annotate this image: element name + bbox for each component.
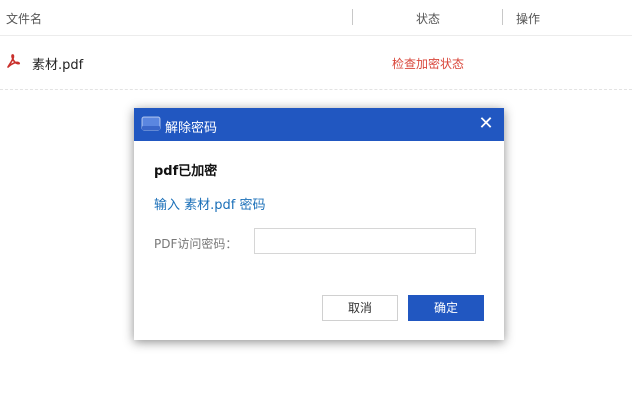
check-encryption-status-link[interactable]: 检查加密状态: [392, 55, 464, 72]
app-window-icon: [141, 116, 161, 132]
cancel-button[interactable]: 取消: [322, 295, 398, 321]
column-header-action[interactable]: 操作: [516, 10, 540, 27]
close-icon[interactable]: ✕: [476, 114, 496, 134]
encrypted-heading: pdf已加密: [154, 164, 218, 179]
remove-password-dialog: 解除密码 ✕ pdf已加密 输入 素材.pdf 密码 PDF访问密码： 取消 确…: [134, 108, 504, 340]
column-divider[interactable]: [352, 9, 353, 25]
page: 文件名 状态 操作 素材.pdf 检查加密状态 解除密码 ✕ pdf已加密 输入…: [0, 0, 632, 399]
file-list-header: 文件名 状态 操作: [0, 0, 632, 36]
password-prompt: 输入 素材.pdf 密码: [154, 198, 266, 213]
confirm-button[interactable]: 确定: [408, 295, 484, 321]
file-name: 素材.pdf: [32, 58, 84, 73]
column-divider[interactable]: [502, 9, 503, 25]
column-header-name[interactable]: 文件名: [6, 10, 42, 27]
column-header-status[interactable]: 状态: [416, 10, 440, 27]
pdf-file-icon: [6, 53, 22, 69]
password-label: PDF访问密码：: [154, 237, 238, 251]
password-input[interactable]: [254, 228, 476, 254]
file-row[interactable]: 素材.pdf 检查加密状态: [0, 36, 632, 90]
dialog-title: 解除密码: [165, 121, 218, 136]
dialog-header: 解除密码 ✕: [134, 108, 504, 141]
